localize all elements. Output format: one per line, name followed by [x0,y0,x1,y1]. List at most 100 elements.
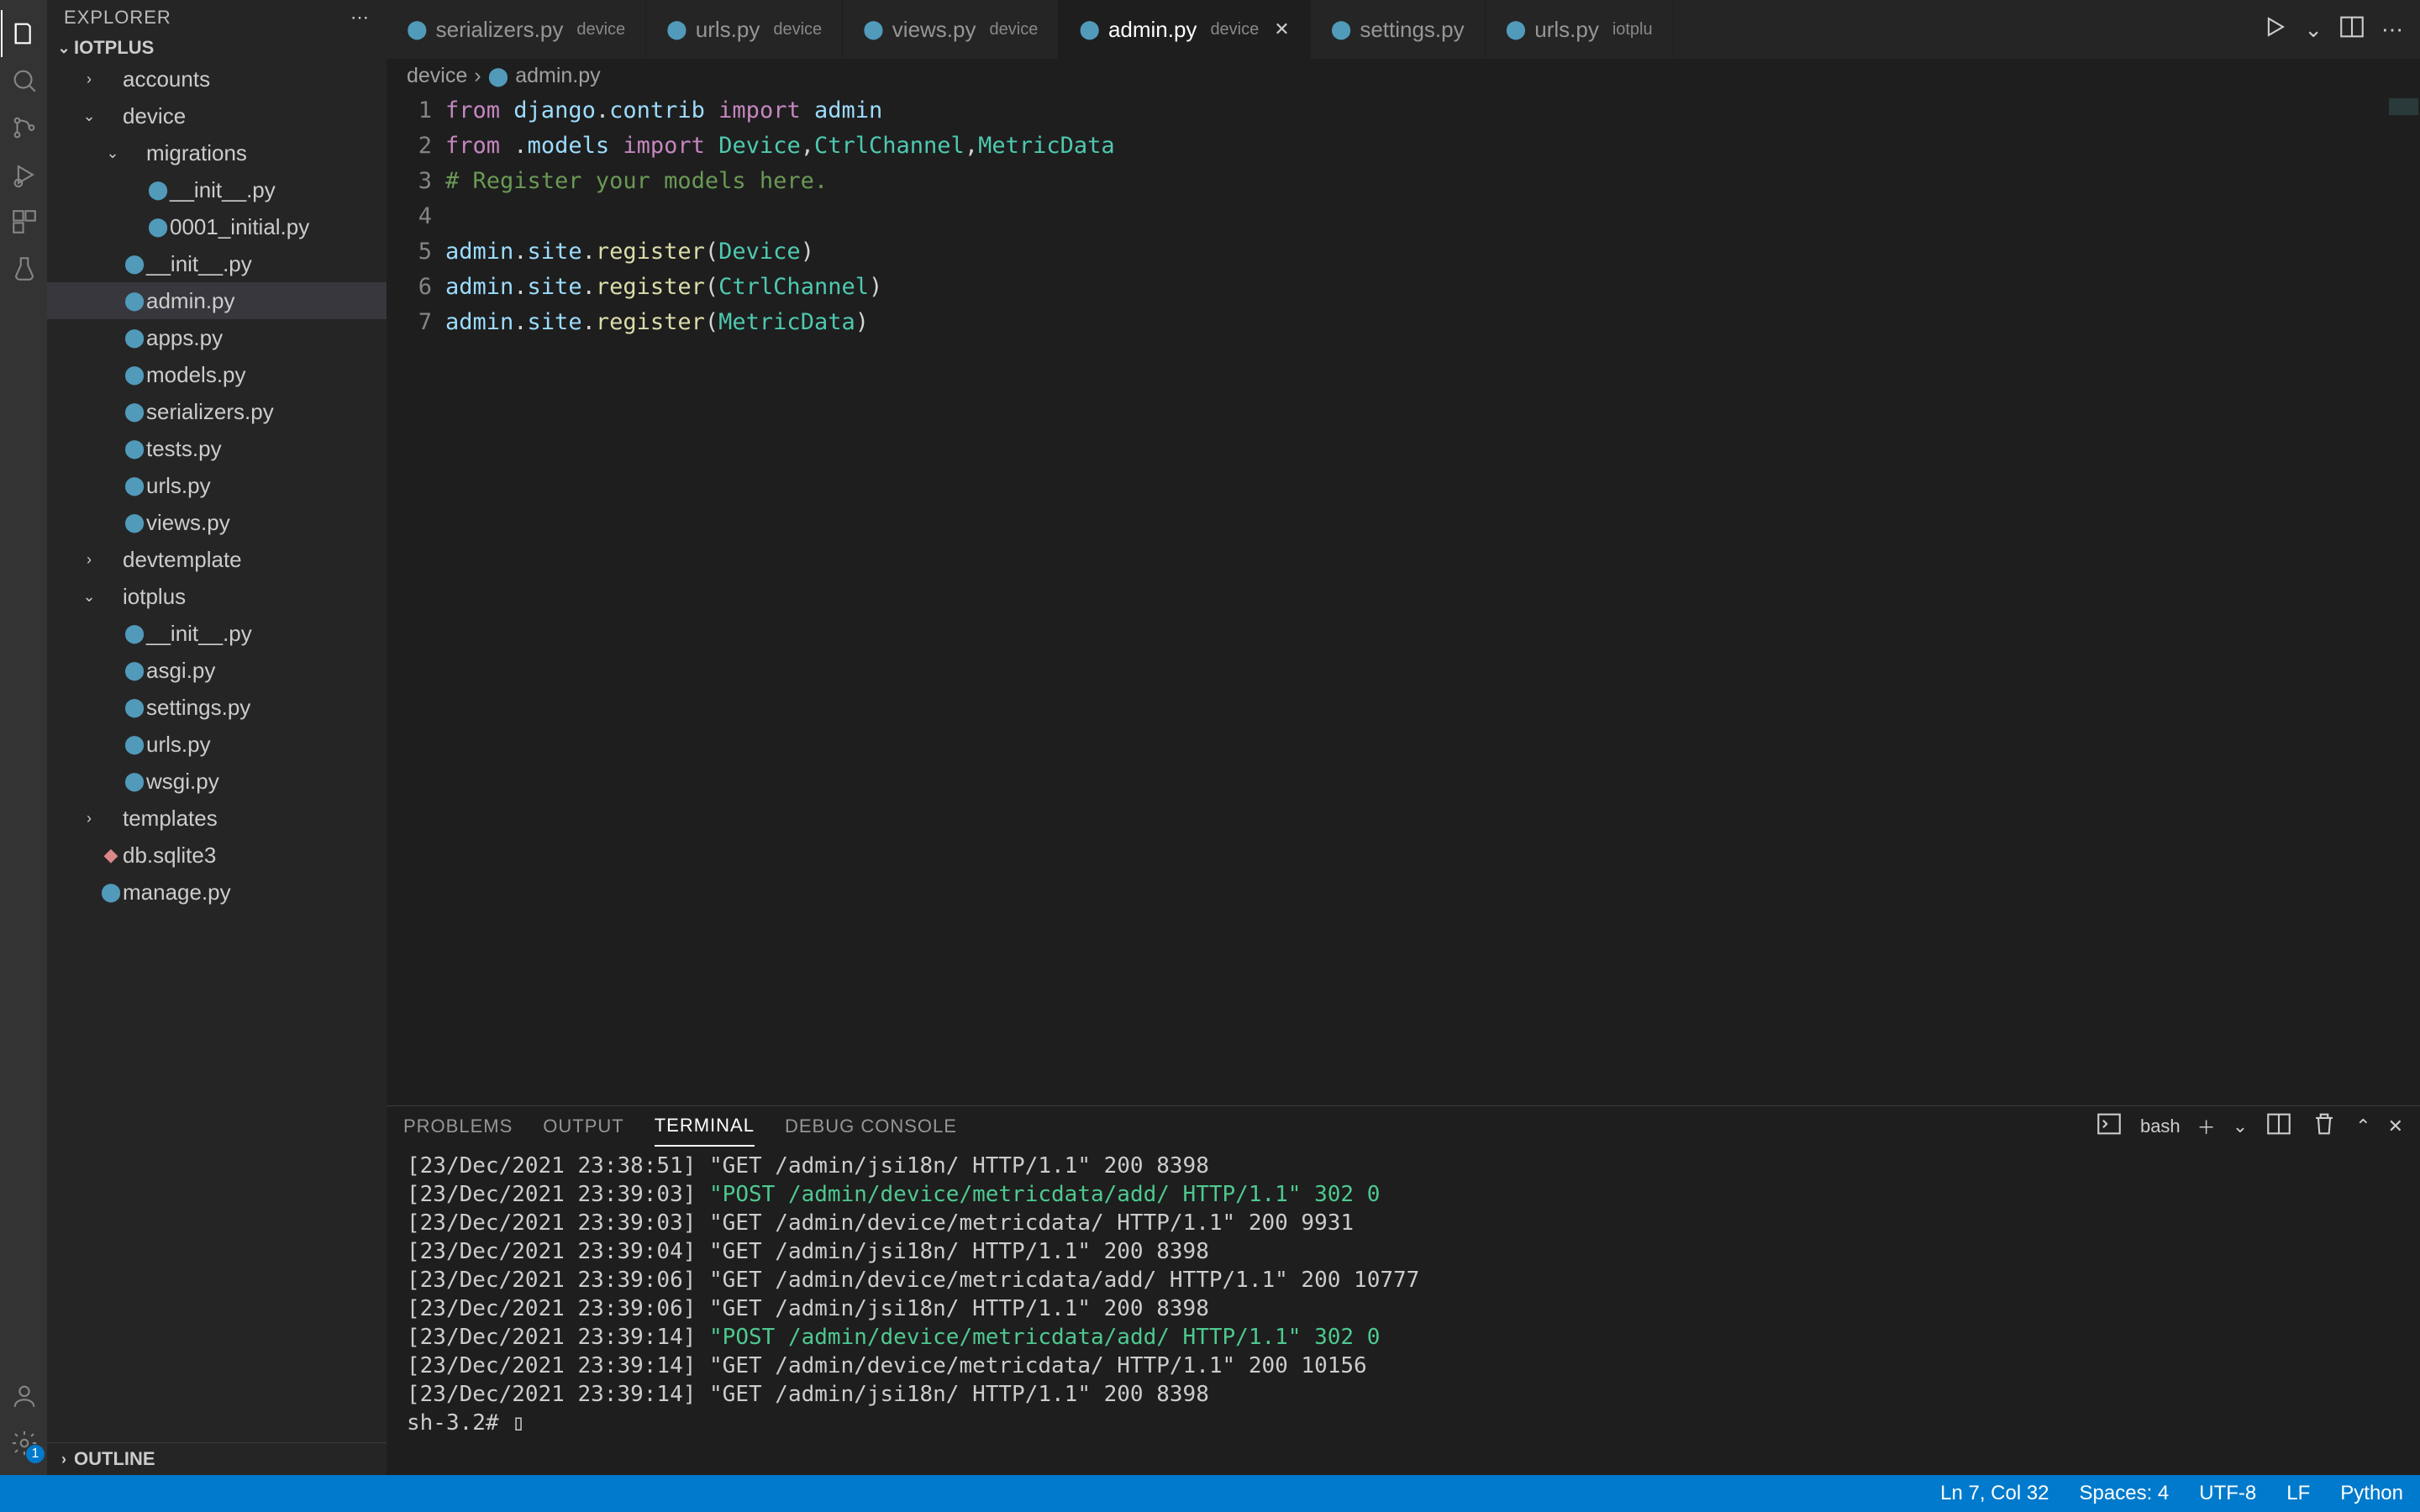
code-line[interactable]: admin.site.register(MetricData) [445,305,2386,340]
file-item[interactable]: ⬤serializers.py [47,393,387,430]
line-gutter: 1234567 [387,93,445,1105]
minimap[interactable] [2386,93,2420,1105]
tree-item-label: devtemplate [123,547,242,573]
chevron-down-icon[interactable]: ⌄ [2233,1116,2248,1137]
file-item[interactable]: ⬤wsgi.py [47,763,387,800]
py-icon: ⬤ [123,327,146,349]
tab-label: serializers.py [436,17,564,43]
file-item[interactable]: ⬤settings.py [47,689,387,726]
run-debug-icon[interactable] [1,151,48,198]
code-line[interactable]: admin.site.register(Device) [445,234,2386,270]
tree-item-label: 0001_initial.py [170,214,309,240]
editor-tab[interactable]: ⬤views.pydevice [843,0,1059,59]
editor-body[interactable]: 1234567 from django.contrib import admin… [387,93,2420,1105]
file-item[interactable]: ⬤apps.py [47,319,387,356]
code-line[interactable] [445,199,2386,234]
folder-item[interactable]: ›devtemplate [47,541,387,578]
tree-item-label: asgi.py [146,658,215,684]
folder-item[interactable]: ›templates [47,800,387,837]
chevron-right-icon: › [474,64,481,88]
breadcrumb-file: admin.py [515,64,600,88]
panel: PROBLEMS OUTPUT TERMINAL DEBUG CONSOLE bash… [387,1105,2420,1475]
tab-detail: device [576,20,625,39]
folder-item[interactable]: ⌄device [47,97,387,134]
breadcrumbs[interactable]: device › ⬤ admin.py [387,59,2420,93]
more-icon[interactable]: ⋯ [2381,17,2403,43]
editor-tab[interactable]: ⬤serializers.pydevice [387,0,646,59]
file-item[interactable]: ⬤__init__.py [47,245,387,282]
language-mode[interactable]: Python [2340,1482,2403,1505]
editor-tab[interactable]: ⬤admin.pydevice✕ [1059,0,1310,59]
split-terminal-icon[interactable] [2265,1110,2293,1143]
file-item[interactable]: ⬤urls.py [47,467,387,504]
code-line[interactable]: admin.site.register(CtrlChannel) [445,270,2386,305]
accounts-icon[interactable] [1,1373,48,1420]
file-item[interactable]: ◆db.sqlite3 [47,837,387,874]
code-line[interactable]: # Register your models here. [445,164,2386,199]
file-item[interactable]: ⬤__init__.py [47,615,387,652]
sidebar-title: EXPLORER [64,7,171,29]
indent-spaces[interactable]: Spaces: 4 [2080,1482,2170,1505]
folder-item[interactable]: ›accounts [47,60,387,97]
search-icon[interactable] [1,57,48,104]
run-icon[interactable] [2260,13,2289,47]
terminal-launch-icon[interactable] [2095,1110,2123,1143]
file-item[interactable]: ⬤views.py [47,504,387,541]
tab-label: urls.py [1534,17,1599,43]
py-icon: ⬤ [123,512,146,533]
panel-tab-debug-console[interactable]: DEBUG CONSOLE [785,1107,957,1146]
sidebar-more-icon[interactable]: ⋯ [350,7,370,29]
file-item[interactable]: ⬤urls.py [47,726,387,763]
split-editor-icon[interactable] [2338,13,2366,47]
extensions-icon[interactable] [1,198,48,245]
editor-tab[interactable]: ⬤urls.pydevice [646,0,843,59]
editor-tab[interactable]: ⬤settings.py [1311,0,1486,59]
file-item[interactable]: ⬤tests.py [47,430,387,467]
editor-tab[interactable]: ⬤urls.pyiotplu [1486,0,1674,59]
terminal-line: [23/Dec/2021 23:39:04] "GET /admin/jsi18… [407,1237,2400,1266]
explorer-icon[interactable] [1,10,48,57]
tree-item-label: db.sqlite3 [123,843,216,869]
panel-tab-problems[interactable]: PROBLEMS [403,1107,513,1146]
py-icon: ⬤ [123,290,146,312]
shell-name[interactable]: bash [2140,1116,2181,1137]
file-item[interactable]: ⬤__init__.py [47,171,387,208]
terminal-line: [23/Dec/2021 23:39:14] "GET /admin/devic… [407,1352,2400,1380]
file-item[interactable]: ⬤asgi.py [47,652,387,689]
code-line[interactable]: from .models import Device,CtrlChannel,M… [445,129,2386,164]
chevron-down-icon[interactable]: ⌄ [2304,17,2323,43]
code-line[interactable]: from django.contrib import admin [445,93,2386,129]
source-control-icon[interactable] [1,104,48,151]
settings-gear-icon[interactable]: 1 [1,1420,48,1467]
project-header[interactable]: ⌄ IOTPLUS [47,35,387,60]
tree-item-label: settings.py [146,695,250,721]
folder-item[interactable]: ⌄migrations [47,134,387,171]
code-content[interactable]: from django.contrib import adminfrom .mo… [445,93,2386,1105]
close-panel-icon[interactable]: ✕ [2388,1116,2403,1137]
folder-item[interactable]: ⌄iotplus [47,578,387,615]
new-terminal-icon[interactable]: ＋ [2197,1113,2216,1140]
cursor-position[interactable]: Ln 7, Col 32 [1940,1482,2049,1505]
terminal-output[interactable]: [23/Dec/2021 23:38:51] "GET /admin/jsi18… [387,1147,2420,1475]
encoding[interactable]: UTF-8 [2199,1482,2256,1505]
testing-icon[interactable] [1,245,48,292]
panel-tab-output[interactable]: OUTPUT [543,1107,623,1146]
chevron-up-icon[interactable]: ⌃ [2355,1116,2370,1137]
terminal-line: [23/Dec/2021 23:39:14] "GET /admin/jsi18… [407,1380,2400,1409]
project-name: IOTPLUS [74,37,154,59]
tree-item-label: wsgi.py [146,769,219,795]
tree-item-label: manage.py [123,879,231,906]
tab-detail: device [773,20,822,39]
py-icon: ⬤ [123,253,146,275]
file-tree: ›accounts⌄device⌄migrations⬤__init__.py⬤… [47,60,387,1442]
trash-icon[interactable] [2310,1110,2338,1143]
file-item[interactable]: ⬤models.py [47,356,387,393]
py-icon: ⬤ [123,696,146,718]
outline-section[interactable]: › OUTLINE [47,1442,387,1475]
eol[interactable]: LF [2286,1482,2310,1505]
file-item[interactable]: ⬤manage.py [47,874,387,911]
file-item[interactable]: ⬤admin.py [47,282,387,319]
close-icon[interactable]: ✕ [1274,18,1289,40]
panel-tab-terminal[interactable]: TERMINAL [655,1106,755,1147]
file-item[interactable]: ⬤0001_initial.py [47,208,387,245]
